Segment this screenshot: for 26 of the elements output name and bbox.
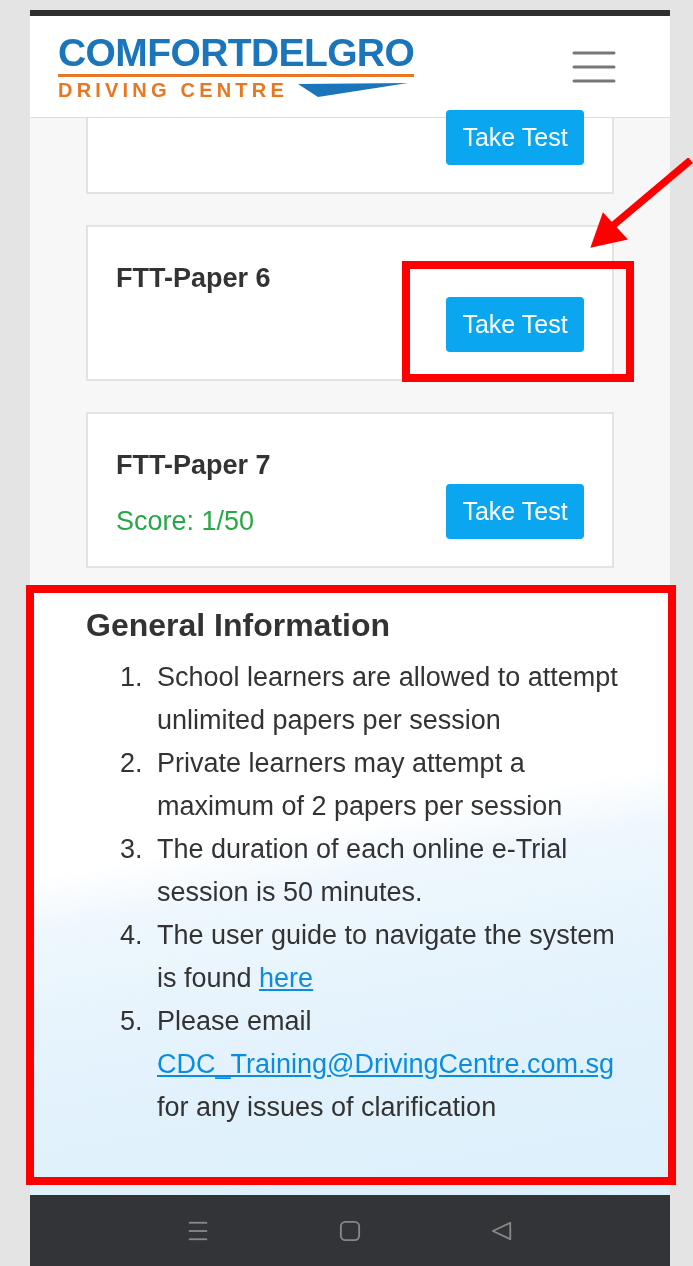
list-number: 1. bbox=[120, 661, 144, 694]
link[interactable]: here bbox=[259, 963, 314, 993]
list-number: 5. bbox=[120, 1005, 144, 1038]
score-text: Score: 1/50 bbox=[116, 506, 256, 537]
back-icon[interactable] bbox=[491, 1219, 513, 1242]
menu-button[interactable] bbox=[572, 49, 616, 84]
swoosh-icon bbox=[297, 82, 408, 97]
take-test-button[interactable]: Take Test bbox=[446, 110, 584, 165]
list-number: 2. bbox=[120, 747, 144, 780]
list-number: 4. bbox=[120, 919, 144, 952]
paper-title: FTT-Paper 6 bbox=[116, 263, 271, 294]
home-icon[interactable] bbox=[339, 1219, 361, 1242]
list-item-text: The user guide to navigate the system is found here bbox=[157, 919, 616, 995]
list-item-text: Private learners may attempt a maximum of 2 papers per session bbox=[157, 747, 564, 823]
list-number: 3. bbox=[120, 833, 144, 866]
paper-title: FTT-Paper 7 bbox=[116, 450, 271, 481]
link[interactable]: CDC_Training@DrivingCentre.com.sg bbox=[157, 1049, 615, 1079]
list-item-text: Please email CDC_Training@DrivingCentre.com.sg for any issues of clarification bbox=[157, 1005, 616, 1124]
logo-text: COMFORTDELGRO bbox=[58, 33, 414, 72]
take-test-button[interactable]: Take Test bbox=[446, 297, 584, 352]
list-item-text: The duration of each online e-Trial session is 50 minutes. bbox=[157, 833, 569, 909]
list-item-text: School learners are allowed to attempt unlimited papers per session bbox=[157, 661, 619, 737]
take-test-button[interactable]: Take Test bbox=[446, 484, 584, 539]
section-heading: General Information bbox=[86, 607, 392, 644]
logo-subtitle: DRIVING CENTRE bbox=[58, 79, 288, 100]
menu-icon[interactable] bbox=[187, 1219, 209, 1242]
